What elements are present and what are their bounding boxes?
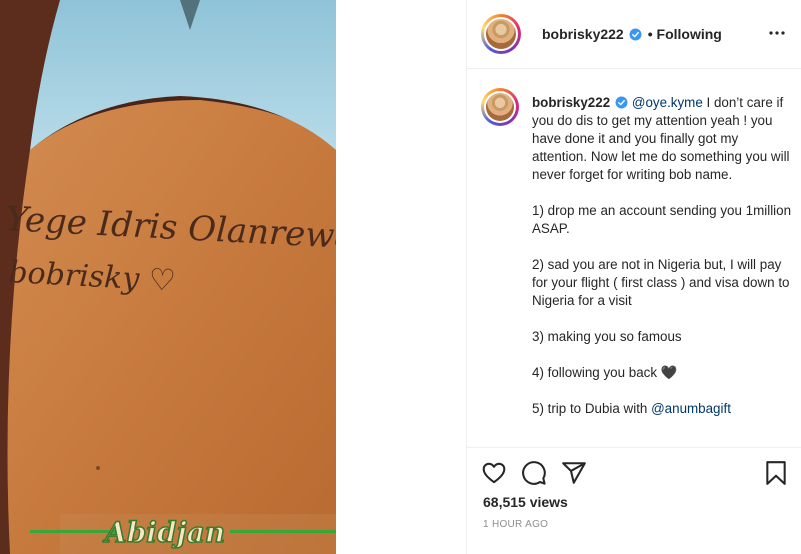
follow-separator: • (647, 26, 653, 42)
share-icon[interactable] (561, 460, 587, 486)
caption-item-2: 2) sad you are not in Nigeria but, I wil… (532, 257, 790, 308)
caption-mention[interactable]: @oye.kyme (632, 95, 703, 110)
comment-icon[interactable] (521, 460, 547, 486)
post-media[interactable]: Yege Idris Olanrewaju bobrisky ♡ Abidjan (0, 0, 336, 554)
heart-icon[interactable] (481, 460, 507, 486)
post-timestamp[interactable]: 1 HOUR AGO (483, 519, 548, 530)
view-count[interactable]: 68,515 views (483, 494, 568, 510)
follow-status-label: Following (656, 26, 722, 42)
verified-badge-icon (615, 96, 628, 109)
action-bar (481, 460, 791, 488)
post-username[interactable]: bobrisky222 (542, 26, 624, 42)
actions-divider (467, 447, 801, 448)
bookmark-icon[interactable] (763, 460, 789, 486)
post-header: bobrisky222 • Following (467, 0, 801, 69)
caption-item-3: 3) making you so famous (532, 329, 682, 344)
caption-text: bobrisky222 @oye.kyme I don’t care if yo… (532, 94, 792, 418)
caption: bobrisky222 @oye.kyme I don’t care if yo… (481, 88, 799, 448)
post-panel: bobrisky222 • Following bobrisky222 @oye… (467, 0, 801, 554)
caption-item-5-text: 5) trip to Dubia with (532, 401, 652, 416)
media-padding (336, 0, 466, 554)
avatar[interactable] (481, 14, 521, 54)
caption-last-mention[interactable]: @anumbagift (651, 401, 731, 416)
caption-username[interactable]: bobrisky222 (532, 95, 610, 110)
caption-avatar[interactable] (481, 88, 519, 126)
caption-item-4: 4) following you back 🖤 (532, 365, 678, 380)
verified-badge-icon (629, 28, 642, 40)
location-overlay: Abidjan (102, 516, 225, 549)
caption-item-1: 1) drop me an account sending you 1milli… (532, 203, 792, 236)
more-options-icon[interactable] (769, 25, 785, 41)
follow-status[interactable]: • Following (648, 26, 722, 42)
caption-item-5: 5) trip to Dubia with @anumbagift (532, 400, 792, 418)
tattoo-photo: Yege Idris Olanrewaju bobrisky ♡ Abidjan (0, 0, 336, 554)
